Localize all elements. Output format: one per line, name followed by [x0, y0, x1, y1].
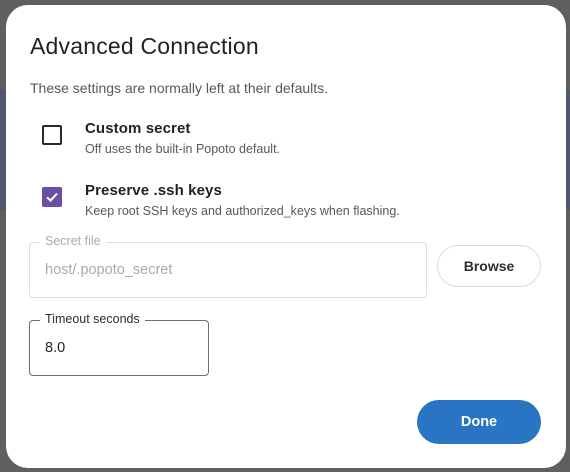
backdrop-window-edge-right	[566, 90, 570, 210]
custom-secret-label: Custom secret	[85, 120, 191, 137]
secret-file-field[interactable]: Secret file host/.popoto_secret	[29, 234, 427, 298]
dialog-title: Advanced Connection	[30, 33, 259, 59]
advanced-connection-dialog: Advanced Connection These settings are n…	[6, 5, 566, 468]
timeout-seconds-field[interactable]: Timeout seconds 8.0	[29, 312, 209, 376]
done-button[interactable]: Done	[417, 400, 541, 444]
timeout-seconds-value: 8.0	[45, 340, 66, 356]
secret-file-label: Secret file	[40, 234, 106, 248]
custom-secret-description: Off uses the built-in Popoto default.	[85, 142, 281, 156]
timeout-seconds-label: Timeout seconds	[40, 312, 145, 326]
browse-button[interactable]: Browse	[437, 245, 541, 287]
preserve-ssh-keys-description: Keep root SSH keys and authorized_keys w…	[85, 204, 400, 218]
secret-file-value: host/.popoto_secret	[45, 262, 173, 278]
checkmark-icon	[46, 192, 58, 203]
option-preserve-ssh-keys[interactable]: Preserve .ssh keys Keep root SSH keys an…	[42, 182, 542, 233]
preserve-ssh-keys-label: Preserve .ssh keys	[85, 182, 222, 199]
dialog-subtitle: These settings are normally left at thei…	[30, 80, 329, 96]
custom-secret-checkbox[interactable]	[42, 125, 62, 145]
option-custom-secret[interactable]: Custom secret Off uses the built-in Popo…	[42, 120, 542, 171]
preserve-ssh-keys-checkbox[interactable]	[42, 187, 62, 207]
